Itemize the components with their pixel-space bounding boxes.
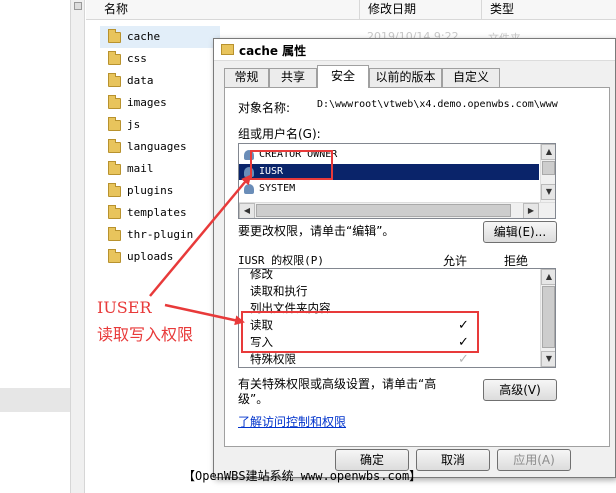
- file-name: templates: [127, 206, 187, 219]
- file-name: thr-plugin: [127, 228, 194, 241]
- apply-button[interactable]: 应用(A): [497, 449, 571, 471]
- navigation-scrollbar[interactable]: [70, 0, 85, 493]
- users-vertical-scrollbar[interactable]: ▲ ▼: [540, 144, 555, 202]
- file-name: languages: [127, 140, 187, 153]
- file-name: js: [127, 118, 141, 131]
- column-header-bar: 名称 修改日期 类型: [86, 0, 616, 20]
- annotation-label-user: IUSER: [97, 298, 152, 317]
- permission-row-special: 特殊权限 ✓: [250, 351, 530, 367]
- object-name-value: D:\wwwroot\vtweb\x4.demo.openwbs.com\www: [317, 99, 558, 110]
- scroll-right-icon[interactable]: ▶: [523, 203, 539, 218]
- folder-icon: [108, 249, 121, 263]
- permission-name: 读取和执行: [250, 284, 308, 298]
- file-name: plugins: [127, 184, 174, 197]
- allow-column-header: 允许: [443, 254, 468, 268]
- tab-sharing[interactable]: 共享: [269, 68, 317, 87]
- dialog-title-bar[interactable]: cache 属性: [214, 39, 615, 61]
- user-name: SYSTEM: [259, 183, 296, 194]
- annotation-label-permissions: 读取写入权限: [97, 325, 194, 344]
- annotation-highlight-permissions: [241, 311, 479, 353]
- tab-general[interactable]: 常规: [224, 68, 269, 87]
- file-name: images: [127, 96, 167, 109]
- list-item[interactable]: thr-plugin: [100, 224, 220, 246]
- permissions-vertical-scrollbar[interactable]: ▲ ▼: [540, 269, 555, 367]
- folder-icon: [108, 117, 121, 131]
- file-name: cache: [127, 30, 161, 43]
- permissions-title: IUSR 的权限(P): [238, 254, 324, 267]
- advanced-hint-text: 有关特殊权限或高级设置，请单击“高级”。: [238, 377, 437, 406]
- folder-icon: [108, 183, 121, 197]
- navigation-pane: [0, 0, 70, 493]
- list-item[interactable]: mail: [100, 158, 220, 180]
- file-name: css: [127, 52, 147, 65]
- list-item[interactable]: languages: [100, 136, 220, 158]
- folder-icon: [108, 227, 121, 241]
- group-user-label: 组或用户名(G):: [238, 127, 321, 141]
- tab-previous-versions[interactable]: 以前的版本: [369, 68, 442, 87]
- folder-icon: [108, 95, 121, 109]
- list-item[interactable]: uploads: [100, 246, 220, 268]
- folder-icon: [108, 73, 121, 87]
- permission-row-read-execute: 读取和执行: [250, 283, 530, 300]
- scrollbar-thumb[interactable]: [74, 2, 82, 10]
- list-item[interactable]: css: [100, 48, 220, 70]
- annotation-highlight-user: [250, 150, 333, 180]
- deny-column-header: 拒绝: [504, 254, 529, 268]
- column-header-date[interactable]: 修改日期: [360, 0, 482, 20]
- list-item[interactable]: data: [100, 70, 220, 92]
- security-tab-panel: 对象名称: D:\wwwroot\vtweb\x4.demo.openwbs.c…: [224, 87, 610, 447]
- permission-name: 特殊权限: [250, 352, 296, 366]
- cancel-button[interactable]: 取消: [416, 449, 490, 471]
- dialog-tabs: 常规 共享 安全 以前的版本 自定义: [224, 65, 614, 88]
- file-name: data: [127, 74, 154, 87]
- scrollbar-thumb[interactable]: [542, 286, 555, 348]
- permission-row-modify: 修改: [250, 268, 530, 283]
- tab-security[interactable]: 安全: [317, 65, 369, 88]
- list-item[interactable]: js: [100, 114, 220, 136]
- folder-icon: [108, 139, 121, 153]
- allow-check-icon: ✓: [458, 352, 469, 367]
- edit-button[interactable]: 编辑(E)...: [483, 221, 557, 243]
- list-item-system[interactable]: SYSTEM: [239, 181, 539, 197]
- folder-icon: [108, 51, 121, 65]
- watermark-text: 【OpenWBS建站系统 www.openwbs.com】: [183, 469, 422, 483]
- list-item[interactable]: templates: [100, 202, 220, 224]
- scroll-up-icon[interactable]: ▲: [541, 144, 555, 160]
- edit-hint-text: 要更改权限，请单击“编辑”。: [238, 224, 395, 238]
- column-header-name[interactable]: 名称: [86, 0, 360, 20]
- scroll-down-icon[interactable]: ▼: [541, 351, 555, 367]
- scroll-down-icon[interactable]: ▼: [541, 184, 555, 200]
- list-item[interactable]: images: [100, 92, 220, 114]
- users-horizontal-scrollbar[interactable]: ◀ ▶: [239, 202, 555, 218]
- file-name: mail: [127, 162, 154, 175]
- scrollbar-thumb[interactable]: [542, 161, 555, 175]
- folder-icon: [221, 44, 234, 55]
- folder-icon: [108, 161, 121, 175]
- navigation-pane-selected-strip: [0, 388, 70, 412]
- list-item[interactable]: cache: [100, 26, 220, 48]
- scrollbar-thumb[interactable]: [256, 204, 511, 217]
- object-name-label: 对象名称:: [238, 101, 291, 115]
- folder-icon: [108, 205, 121, 219]
- list-item[interactable]: plugins: [100, 180, 220, 202]
- file-name: uploads: [127, 250, 174, 263]
- user-group-icon: [244, 184, 254, 194]
- access-control-link[interactable]: 了解访问控制和权限: [238, 413, 346, 430]
- permission-name: 修改: [250, 268, 273, 281]
- scroll-left-icon[interactable]: ◀: [239, 203, 255, 218]
- folder-icon: [108, 29, 121, 43]
- properties-dialog: cache 属性 常规 共享 安全 以前的版本 自定义 对象名称: D:\www…: [213, 38, 616, 478]
- column-header-type[interactable]: 类型: [482, 0, 616, 20]
- scroll-up-icon[interactable]: ▲: [541, 269, 555, 285]
- dialog-title: cache 属性: [239, 44, 307, 58]
- tab-customize[interactable]: 自定义: [442, 68, 500, 87]
- advanced-button[interactable]: 高级(V): [483, 379, 557, 401]
